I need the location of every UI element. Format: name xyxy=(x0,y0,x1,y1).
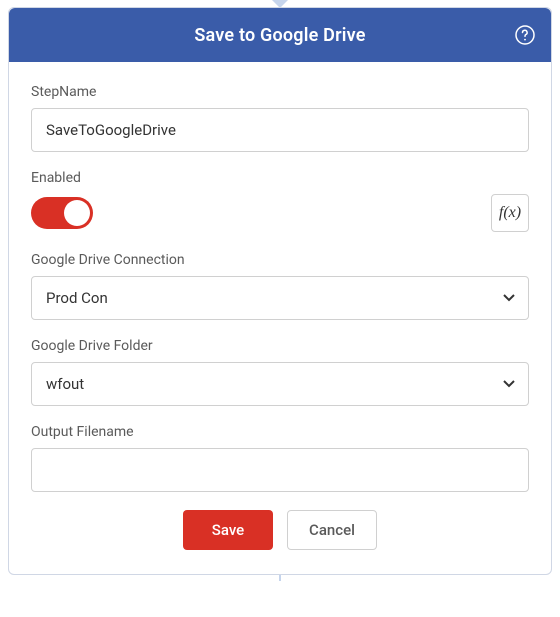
help-icon[interactable] xyxy=(515,25,535,45)
connector-line-bottom xyxy=(279,575,281,581)
connection-field: Google Drive Connection Prod Con xyxy=(31,252,529,320)
card-title: Save to Google Drive xyxy=(194,25,365,46)
step-name-input[interactable] xyxy=(31,108,529,152)
cancel-button[interactable]: Cancel xyxy=(287,510,377,550)
step-name-field: StepName xyxy=(31,84,529,152)
folder-label: Google Drive Folder xyxy=(31,338,529,354)
enabled-row: f(x) xyxy=(31,194,529,232)
fx-button[interactable]: f(x) xyxy=(491,194,529,232)
step-card: Save to Google Drive StepName Enabled f(… xyxy=(8,7,552,575)
button-row: Save Cancel xyxy=(31,510,529,550)
save-button[interactable]: Save xyxy=(183,510,273,550)
step-name-label: StepName xyxy=(31,84,529,100)
output-filename-field: Output Filename xyxy=(31,424,529,492)
enabled-label: Enabled xyxy=(31,170,529,186)
output-filename-input[interactable] xyxy=(31,448,529,492)
card-header: Save to Google Drive xyxy=(9,8,551,62)
folder-field: Google Drive Folder wfout xyxy=(31,338,529,406)
card-body: StepName Enabled f(x) Google Drive Conne… xyxy=(9,62,551,574)
folder-select-wrapper: wfout xyxy=(31,362,529,406)
toggle-knob xyxy=(64,200,90,226)
enabled-field: Enabled f(x) xyxy=(31,170,529,232)
output-filename-label: Output Filename xyxy=(31,424,529,440)
connection-select-wrapper: Prod Con xyxy=(31,276,529,320)
connection-label: Google Drive Connection xyxy=(31,252,529,268)
connection-select[interactable]: Prod Con xyxy=(31,276,529,320)
enabled-toggle[interactable] xyxy=(31,197,93,229)
folder-select[interactable]: wfout xyxy=(31,362,529,406)
